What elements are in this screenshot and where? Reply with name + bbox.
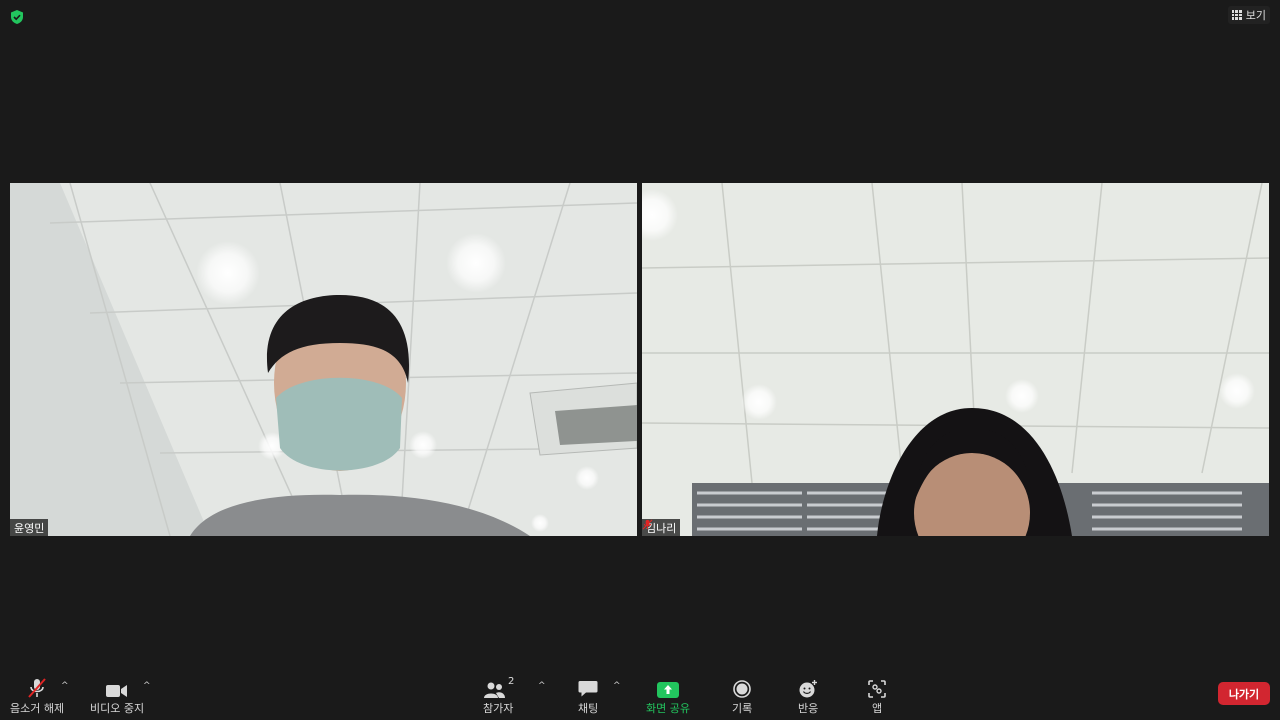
participant-name: 윤영민 xyxy=(14,521,45,535)
apps-button[interactable]: 앱 xyxy=(868,676,886,716)
participants-icon xyxy=(484,682,505,698)
reactions-label: 반응 xyxy=(798,702,819,715)
share-screen-icon xyxy=(656,682,679,698)
video-options-chevron-icon[interactable]: ^ xyxy=(143,681,151,691)
stop-video-button[interactable]: 비디오 중지 xyxy=(90,676,144,716)
chat-label: 채팅 xyxy=(578,702,599,715)
apps-icon xyxy=(868,680,886,698)
participant-name-tag: 김나리 xyxy=(642,519,681,536)
video-tile-participant-1[interactable]: 윤영민 xyxy=(10,183,637,536)
video-feed-1 xyxy=(10,183,637,536)
chat-button[interactable]: 채팅 xyxy=(578,676,598,716)
view-label: 보기 xyxy=(1245,9,1266,22)
apps-label: 앱 xyxy=(871,702,883,715)
record-icon xyxy=(733,680,751,698)
participant-name-tag: 윤영민 xyxy=(10,519,49,536)
mic-muted-icon xyxy=(642,519,653,530)
reactions-button[interactable]: 반응 xyxy=(798,676,818,716)
grid-icon xyxy=(1231,10,1242,20)
share-screen-label: 화면 공유 xyxy=(646,702,690,715)
chat-bubble-icon xyxy=(578,681,598,697)
leave-button[interactable]: 나가기 xyxy=(1218,682,1270,705)
participants-button[interactable]: 2 참가자 xyxy=(482,676,514,716)
share-screen-button[interactable]: 화면 공유 xyxy=(646,676,690,716)
video-feed-2 xyxy=(642,183,1269,536)
participants-label: 참가자 xyxy=(483,702,514,715)
video-camera-icon xyxy=(106,685,128,697)
record-label: 기록 xyxy=(732,702,753,715)
security-shield-icon[interactable] xyxy=(9,9,25,25)
view-button[interactable]: 보기 xyxy=(1227,6,1270,24)
video-tile-participant-2[interactable]: 김나리 xyxy=(642,183,1269,536)
unmute-button[interactable]: 음소거 해제 xyxy=(10,676,64,716)
record-button[interactable]: 기록 xyxy=(732,676,752,716)
participants-count: 2 xyxy=(508,676,515,687)
mic-muted-icon xyxy=(28,678,46,698)
reaction-emoji-icon xyxy=(799,680,818,698)
meeting-toolbar: 음소거 해제 ^ 비디오 중지 ^ 2 참가자 ^ 채팅 ^ 화면 공유 기록 … xyxy=(0,668,1280,720)
unmute-label: 음소거 해제 xyxy=(10,702,65,715)
audio-options-chevron-icon[interactable]: ^ xyxy=(61,681,69,691)
chat-options-chevron-icon[interactable]: ^ xyxy=(613,681,621,691)
stop-video-label: 비디오 중지 xyxy=(90,702,145,715)
participants-options-chevron-icon[interactable]: ^ xyxy=(538,681,546,691)
